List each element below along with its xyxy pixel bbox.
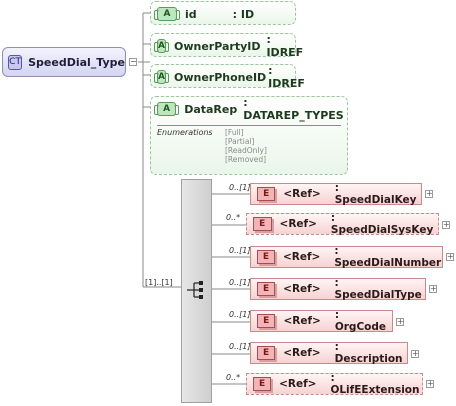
element-cardinality: 0..* bbox=[226, 373, 241, 382]
element-ref: <Ref> bbox=[279, 378, 317, 390]
element-orgcode[interactable]: E <Ref> : OrgCode bbox=[250, 309, 393, 333]
expand-icon[interactable]: + bbox=[425, 190, 433, 198]
element-speeddialtype[interactable]: E <Ref> : SpeedDialType bbox=[250, 277, 426, 301]
element-ref: <Ref> bbox=[282, 251, 321, 263]
element-olifeextension[interactable]: E <Ref> : OLifEExtension bbox=[246, 372, 423, 396]
attribute-name: DataRep bbox=[184, 102, 238, 116]
attribute-badge: A bbox=[154, 39, 169, 53]
expand-icon[interactable]: + bbox=[442, 221, 450, 229]
element-speeddialnumber[interactable]: E <Ref> : SpeedDialNumber bbox=[250, 245, 443, 269]
sequence-icon bbox=[187, 281, 203, 299]
element-cardinality: 0..[1] bbox=[229, 246, 251, 255]
attribute-ownerphoneid[interactable]: A OwnerPhoneID : IDREF bbox=[150, 64, 305, 90]
enumeration-value: [Removed] bbox=[225, 155, 267, 164]
element-type: : OLifEExtension bbox=[330, 372, 420, 396]
expand-icon[interactable]: + bbox=[429, 285, 437, 293]
element-cardinality: 0..[1] bbox=[229, 342, 251, 351]
sequence-cardinality: [1]..[1] bbox=[145, 278, 173, 287]
expand-icon[interactable]: + bbox=[446, 253, 454, 261]
complex-type-badge: CT bbox=[8, 54, 23, 70]
element-type: : Description bbox=[334, 341, 403, 365]
element-speeddialkey[interactable]: E <Ref> : SpeedDialKey bbox=[250, 182, 422, 206]
attribute-type: : IDREF bbox=[268, 64, 305, 90]
element-badge: E bbox=[257, 314, 276, 328]
attribute-name: OwnerPartyID bbox=[173, 39, 261, 53]
collapse-icon[interactable]: − bbox=[129, 58, 137, 66]
element-badge: E bbox=[253, 217, 272, 231]
attribute-ownerpartyid[interactable]: A OwnerPartyID : IDREF bbox=[150, 33, 303, 59]
element-ref: <Ref> bbox=[283, 315, 321, 327]
attribute-type: : DATAREP_TYPES bbox=[243, 96, 344, 122]
enumeration-value: [ReadOnly] bbox=[225, 146, 267, 155]
element-ref: <Ref> bbox=[283, 347, 321, 359]
element-ref: <Ref> bbox=[279, 218, 317, 230]
element-badge: E bbox=[257, 282, 276, 296]
element-badge: E bbox=[257, 250, 275, 264]
enumerations-label: Enumerations bbox=[157, 128, 213, 137]
element-type: : SpeedDialKey bbox=[334, 182, 417, 206]
element-badge: E bbox=[253, 377, 272, 391]
element-type: : OrgCode bbox=[334, 309, 387, 333]
attribute-badge: A bbox=[154, 70, 169, 84]
element-type: : SpeedDialSysKey bbox=[330, 212, 434, 236]
expand-icon[interactable]: + bbox=[411, 350, 419, 358]
attribute-badge: A bbox=[153, 102, 180, 116]
attribute-datarep[interactable]: A DataRep : DATAREP_TYPES Enumerations [… bbox=[150, 96, 348, 175]
element-cardinality: 0..* bbox=[226, 213, 241, 222]
attribute-name: id bbox=[185, 7, 197, 21]
enumeration-value: [Partial] bbox=[225, 137, 255, 146]
element-type: : SpeedDialNumber bbox=[334, 245, 442, 269]
element-cardinality: 0..[1] bbox=[229, 183, 251, 192]
enumerations-section: Enumerations [Full] [Partial] [ReadOnly]… bbox=[157, 125, 341, 164]
expand-icon[interactable]: + bbox=[426, 380, 434, 388]
enumeration-value: [Full] bbox=[225, 128, 244, 137]
element-cardinality: 0..[1] bbox=[229, 310, 251, 319]
complex-type-box[interactable]: CT SpeedDial_Type bbox=[2, 47, 126, 77]
complex-type-name: SpeedDial_Type bbox=[28, 55, 125, 69]
expand-icon[interactable]: + bbox=[396, 318, 404, 326]
element-cardinality: 0..[1] bbox=[229, 278, 251, 287]
element-description[interactable]: E <Ref> : Description bbox=[250, 341, 408, 365]
attribute-type: : ID bbox=[232, 7, 255, 21]
element-badge: E bbox=[257, 346, 276, 360]
element-speeddialsyskey[interactable]: E <Ref> : SpeedDialSysKey bbox=[246, 212, 439, 236]
element-ref: <Ref> bbox=[283, 188, 321, 200]
enumerations-list: [Full] [Partial] [ReadOnly] [Removed] bbox=[225, 128, 267, 164]
element-ref: <Ref> bbox=[283, 283, 321, 295]
attribute-badge: A bbox=[154, 7, 180, 21]
attribute-id[interactable]: A id : ID bbox=[150, 1, 296, 25]
schema-diagram: CT SpeedDial_Type − A id : ID A OwnerPar… bbox=[0, 0, 456, 406]
attribute-name: OwnerPhoneID bbox=[173, 70, 267, 84]
element-type: : SpeedDialType bbox=[334, 277, 422, 301]
element-badge: E bbox=[257, 187, 276, 201]
attribute-type: : IDREF bbox=[266, 33, 304, 59]
